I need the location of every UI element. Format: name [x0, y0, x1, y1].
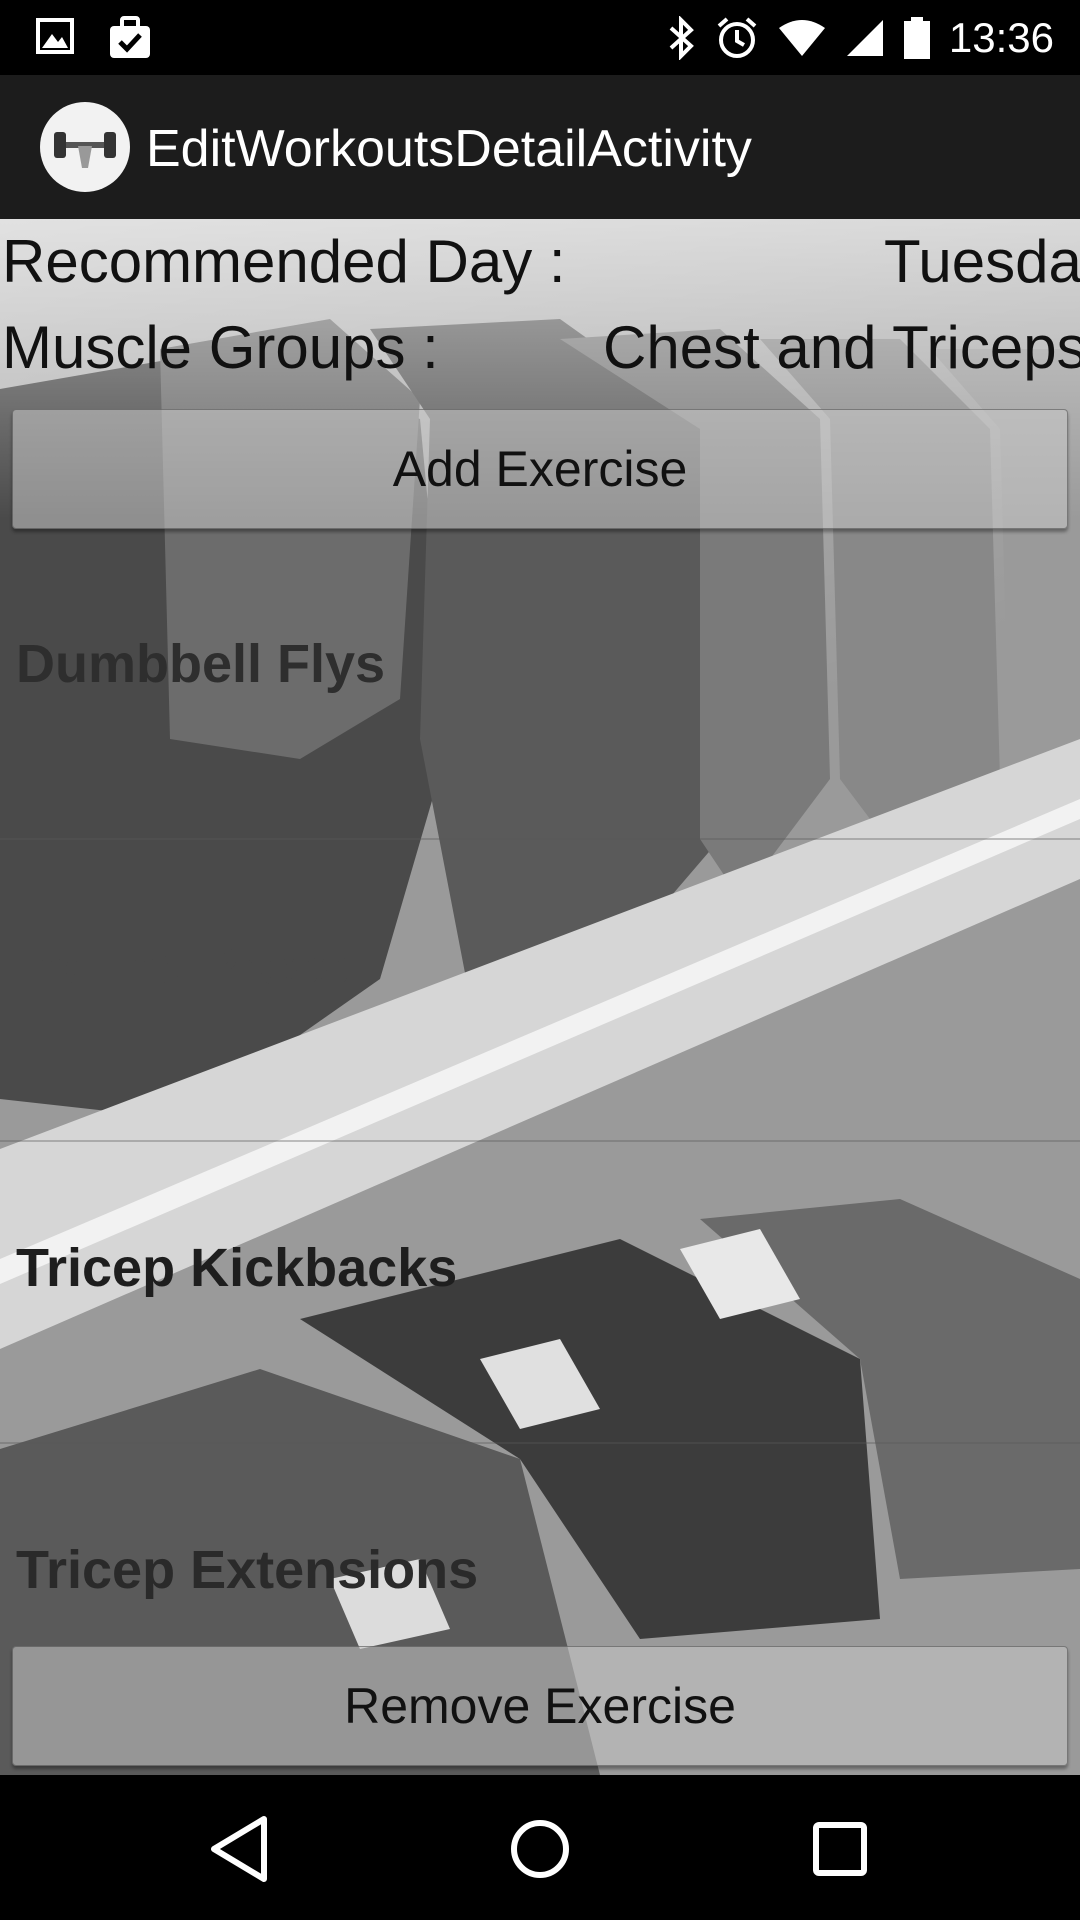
exercise-label: Incline Press — [16, 936, 350, 996]
exercise-label: Tricep Extensions — [16, 1540, 479, 1600]
exercise-label: Tricep Kickbacks — [16, 1238, 458, 1298]
navigation-bar — [0, 1775, 1080, 1920]
battery-icon — [903, 17, 930, 59]
clipboard-check-icon — [110, 16, 150, 58]
muscle-groups-label: Muscle Groups : — [2, 314, 439, 381]
app-bar: EditWorkoutsDetailActivity — [0, 75, 1080, 219]
status-bar-right: 13:36 — [667, 8, 1054, 68]
list-item[interactable]: Tricep Kickbacks — [0, 1141, 1080, 1444]
muscle-groups-row: Muscle Groups : Chest and Triceps — [0, 305, 1080, 391]
recommended-day-row: Recommended Day : Tuesday — [0, 219, 1080, 305]
exercise-label: Dumbbell Flys — [16, 634, 386, 694]
back-icon[interactable] — [202, 1811, 278, 1887]
list-item[interactable]: Dumbbell Flys — [0, 537, 1080, 840]
cell-signal-icon — [846, 20, 883, 56]
clock-time: 13:36 — [948, 14, 1054, 61]
status-bar-left — [36, 16, 152, 60]
bluetooth-icon — [669, 16, 694, 60]
home-icon[interactable] — [502, 1811, 578, 1887]
app-title: EditWorkoutsDetailActivity — [146, 120, 752, 178]
workout-detail-content[interactable]: Recommended Day : Tuesday Muscle Groups … — [0, 219, 1080, 1775]
recents-icon[interactable] — [802, 1811, 878, 1887]
image-icon — [36, 18, 74, 54]
list-item[interactable]: Incline Press — [0, 839, 1080, 1142]
dumbbell-logo-icon — [40, 102, 130, 192]
recommended-day-value: Tuesday — [884, 228, 1080, 295]
muscle-groups-value: Chest and Triceps — [603, 314, 1080, 381]
recommended-day-label: Recommended Day : — [2, 228, 566, 295]
status-bar: 13:36 — [0, 0, 1080, 75]
alarm-icon — [717, 17, 757, 58]
remove-exercise-button[interactable]: Remove Exercise — [12, 1646, 1068, 1766]
add-exercise-button[interactable]: Add Exercise — [12, 409, 1068, 529]
wifi-icon — [778, 20, 825, 56]
